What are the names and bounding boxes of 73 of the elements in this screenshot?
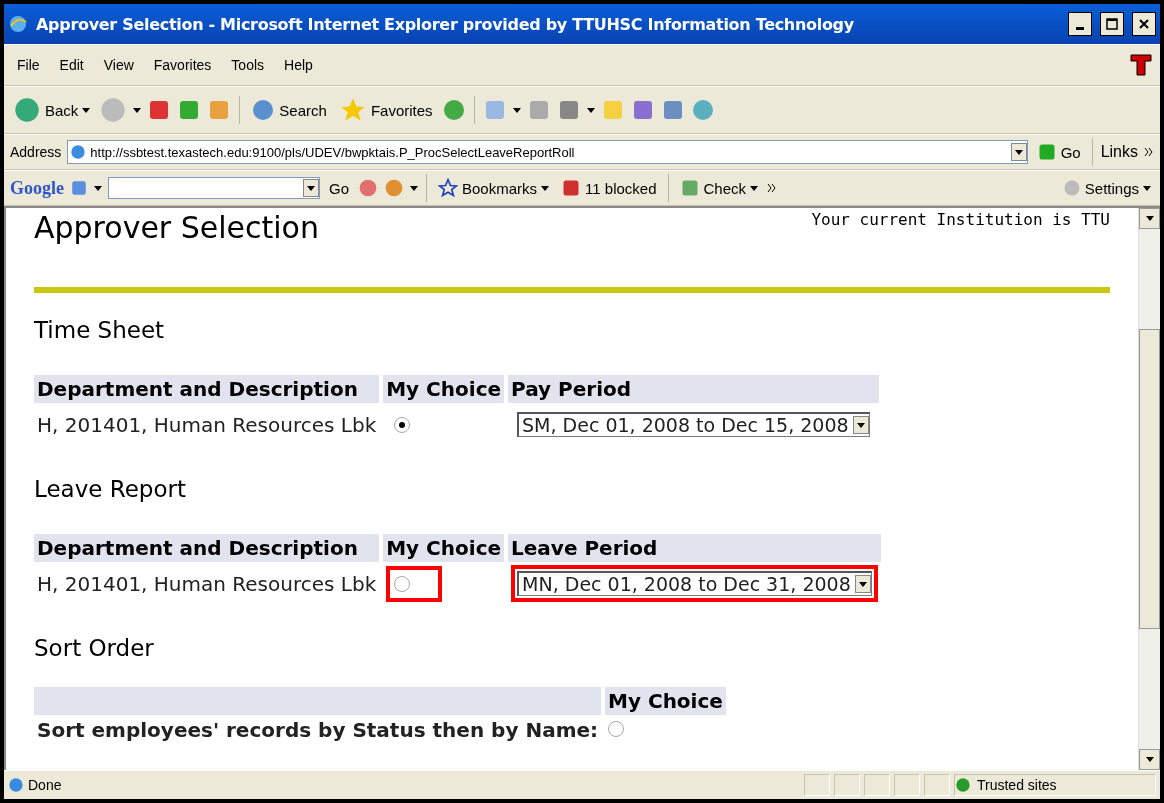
caret-icon	[858, 581, 867, 587]
menu-item[interactable]: Favorites	[146, 55, 219, 75]
status-pane	[804, 774, 830, 796]
column-header: My Choice	[605, 687, 726, 715]
close-button[interactable]	[1132, 12, 1156, 36]
period-select[interactable]: SM, Dec 01, 2008 to Dec 15, 2008	[517, 412, 870, 437]
caret-icon	[1145, 216, 1154, 221]
section-heading: Leave Report	[34, 476, 187, 502]
caret-icon	[1014, 149, 1023, 155]
go-button[interactable]: Go	[1033, 140, 1084, 164]
star-icon	[438, 178, 458, 198]
menu-item[interactable]: Help	[277, 55, 320, 75]
circle-icon[interactable]	[1062, 179, 1081, 197]
scrollbar[interactable]	[1138, 208, 1160, 770]
period-select[interactable]: MN, Dec 01, 2008 to Dec 31, 2008	[517, 571, 872, 596]
close-icon	[1138, 18, 1150, 30]
caret-icon	[750, 185, 759, 191]
minimize-button[interactable]	[1068, 12, 1092, 36]
search-field[interactable]	[108, 177, 320, 199]
status-pane	[924, 774, 950, 796]
back-button[interactable]: Back	[10, 94, 94, 126]
popup-blocker-button[interactable]: 11 blocked	[558, 176, 660, 200]
address-label: Address	[10, 144, 62, 160]
column-header: Pay Period	[508, 375, 879, 403]
security-zone: Trusted sites	[977, 777, 1057, 793]
status-pane	[894, 774, 920, 796]
caret-icon	[410, 185, 418, 191]
caret-icon	[82, 107, 91, 113]
status-text: Done	[28, 777, 63, 793]
table-cell-text: H, 201401, Human Resources Lbk	[36, 570, 378, 598]
table-cell-text: Sort employees' records by Status then by Name:	[36, 717, 600, 744]
maximize-icon	[1106, 18, 1118, 30]
logo-icon	[1128, 52, 1154, 78]
menu-item[interactable]: View	[96, 55, 141, 75]
column-header: My Choice	[383, 534, 505, 562]
bookmarks-button[interactable]: Bookmarks	[435, 176, 553, 200]
links-button[interactable]: Links	[1100, 143, 1138, 161]
column-header: My Choice	[383, 375, 505, 403]
spell-check-button[interactable]: Check	[676, 176, 762, 200]
caret-icon	[512, 107, 521, 113]
window-title: Approver Selection - Microsoft Internet Explorer provided by TTUHSC Information Technology	[36, 14, 855, 34]
menu-item[interactable]: Edit	[52, 55, 91, 75]
favorites-button[interactable]: Favorites	[335, 94, 436, 126]
caret-icon	[586, 107, 595, 113]
section-heading: Time Sheet	[34, 317, 166, 343]
page-title: Approver Selection	[34, 210, 319, 245]
google-logo: Google	[10, 177, 64, 199]
status-pane	[864, 774, 890, 796]
menu-item[interactable]: File	[10, 55, 47, 75]
section-heading: Sort Order	[34, 635, 155, 661]
caret-icon	[1145, 757, 1154, 762]
minimize-icon	[1076, 26, 1084, 30]
caret-icon	[94, 185, 102, 191]
menu-item[interactable]: Tools	[224, 55, 272, 75]
chevron-icon[interactable]	[1144, 147, 1154, 157]
caret-icon	[1143, 185, 1151, 191]
address-field[interactable]: http://ssbtest.texastech.edu:9100/pls/UDEV/bwpktais.P_ProcSelectLeaveReportRoll	[67, 140, 1028, 164]
caret-icon	[856, 422, 865, 428]
settings-button[interactable]: Settings	[1059, 177, 1154, 199]
caret-icon	[133, 107, 142, 113]
maximize-button[interactable]	[1100, 12, 1124, 36]
column-header: Department and Description	[34, 534, 380, 562]
caret-icon	[541, 185, 550, 191]
browser-icon	[8, 14, 28, 34]
column-header: Leave Period	[508, 534, 881, 562]
institution-text: Your current Institution is TTU	[811, 210, 1110, 229]
column-header: Department and Description	[34, 375, 380, 403]
search-button[interactable]: Search	[248, 96, 330, 124]
caret-icon	[307, 185, 315, 191]
go-button[interactable]: Go	[326, 177, 352, 199]
chevron-icon[interactable]	[767, 183, 778, 193]
table-cell-text: H, 201401, Human Resources Lbk	[36, 411, 378, 439]
status-pane	[834, 774, 860, 796]
